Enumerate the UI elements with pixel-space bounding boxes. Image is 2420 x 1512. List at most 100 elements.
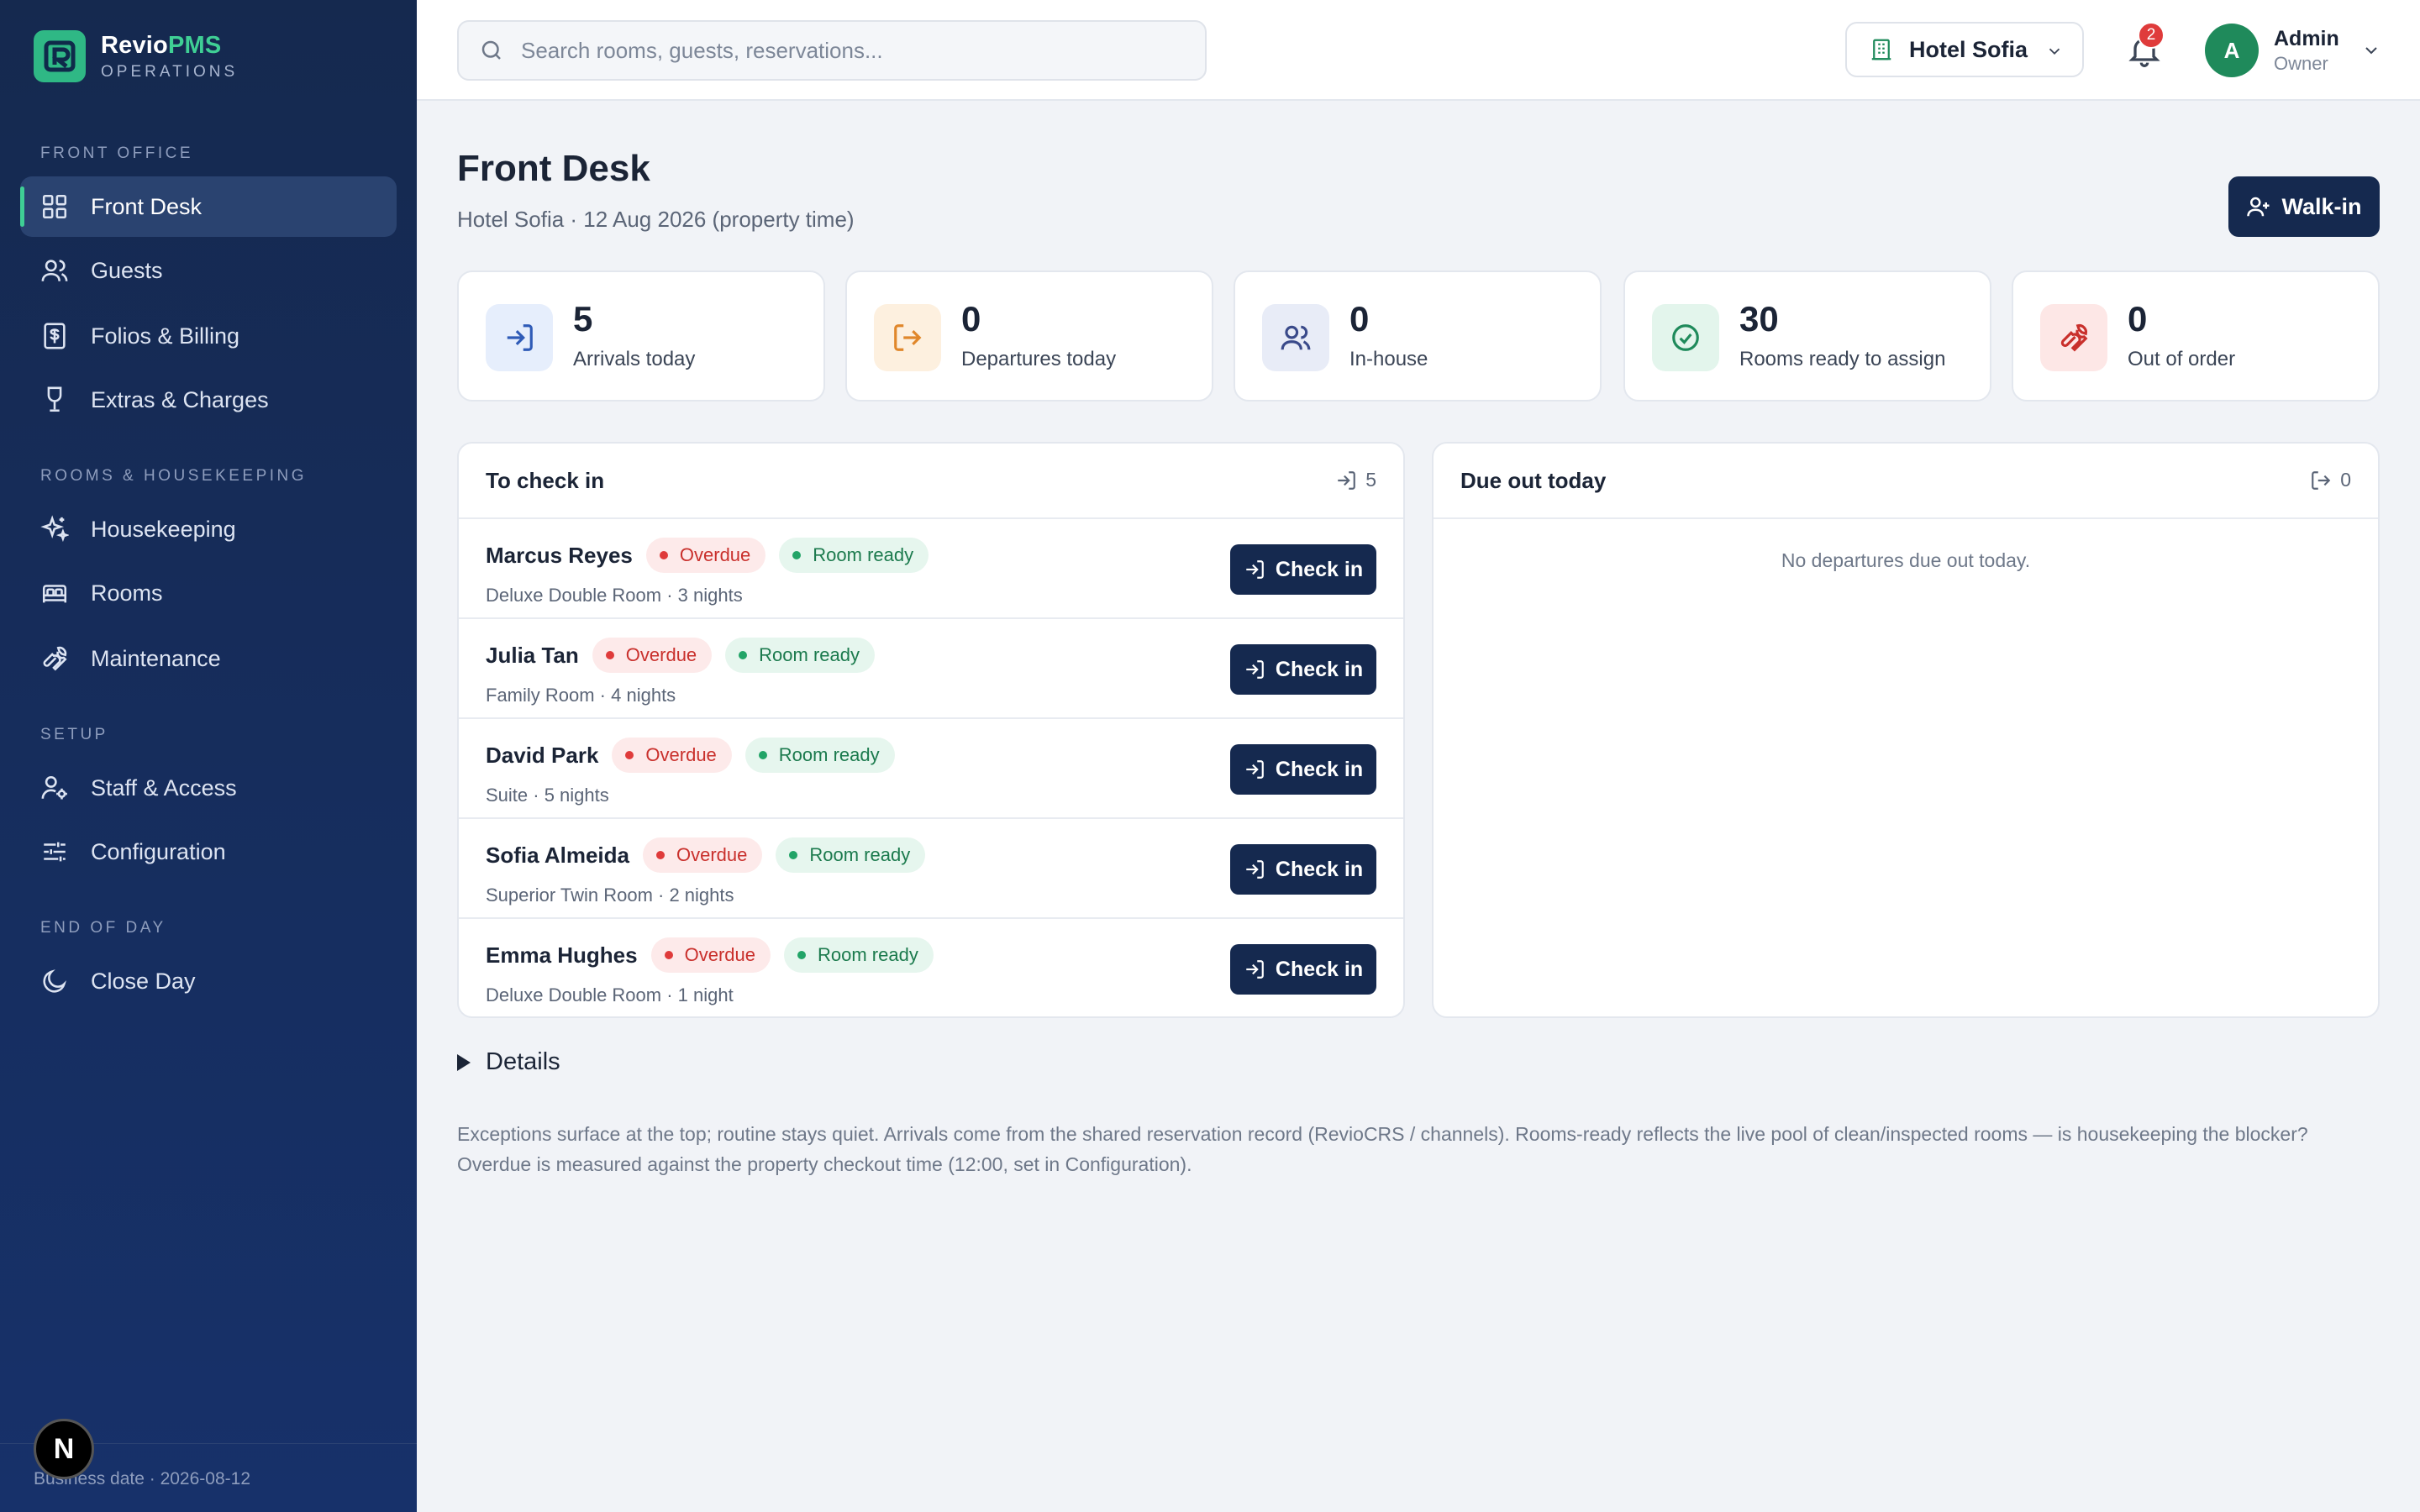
sidebar-item-front-desk[interactable]: Front Desk <box>20 176 397 237</box>
page-subtitle: Hotel Sofia · 12 Aug 2026 (property time… <box>457 207 855 232</box>
stat-label: Arrivals today <box>573 348 696 370</box>
user-menu[interactable]: A Admin Owner <box>2205 22 2381 79</box>
stat-label: Departures today <box>961 348 1117 370</box>
arrow-in-icon <box>1338 470 1356 490</box>
sidebar-item-label: Housekeeping <box>91 516 236 542</box>
arrow-in-icon <box>1246 960 1264 979</box>
panel-header: To check in 5 <box>459 444 1403 519</box>
reservation-detail: Suite · 5 nights <box>486 785 609 806</box>
reservation-detail: Superior Twin Room · 2 nights <box>486 885 734 906</box>
due-out-panel: Due out today 0 No departures due out to… <box>1432 442 2380 1018</box>
guest-name[interactable]: Julia Tan <box>486 643 579 669</box>
sparkles-icon <box>40 515 69 543</box>
stat-value: 0 <box>961 299 981 339</box>
brand[interactable]: RevioPMS OPERATIONS <box>34 30 238 82</box>
details-toggle[interactable]: Details <box>457 1048 560 1076</box>
sidebar-item-close-day[interactable]: Close Day <box>20 951 397 1011</box>
hotel-selector[interactable]: Hotel Sofia <box>1845 22 2084 77</box>
sidebar-item-guests[interactable]: Guests <box>20 240 397 301</box>
sidebar-item-label: Folios & Billing <box>91 323 240 349</box>
guest-name[interactable]: David Park <box>486 743 598 769</box>
search-input[interactable] <box>521 37 1176 64</box>
users-icon <box>1262 304 1329 371</box>
stat-card-in-house[interactable]: 0 In-house <box>1234 270 1602 402</box>
sidebar-item-label: Configuration <box>91 838 226 864</box>
arrow-in-icon <box>1246 560 1264 579</box>
overdue-badge: Overdue <box>612 738 732 773</box>
guest-name[interactable]: Emma Hughes <box>486 942 638 969</box>
stat-value: 5 <box>573 299 593 339</box>
room-ready-badge: Room ready <box>744 738 895 773</box>
chevron-down-icon <box>2365 47 2377 55</box>
room-ready-badge: Room ready <box>779 538 929 573</box>
sidebar-item-label: Extras & Charges <box>91 386 269 412</box>
check-circle-icon <box>1652 304 1719 371</box>
reservation-detail: Deluxe Double Room · 3 nights <box>486 585 743 606</box>
dev-badge[interactable]: N <box>34 1419 94 1479</box>
stat-value: 30 <box>1739 299 1779 339</box>
brand-subtitle: OPERATIONS <box>101 62 239 81</box>
sliders-icon <box>44 842 66 862</box>
overdue-badge: Overdue <box>645 538 766 573</box>
sidebar-item-configuration[interactable]: Configuration <box>20 822 397 882</box>
overdue-badge: Overdue <box>642 837 763 873</box>
user-name: Admin <box>2274 26 2339 50</box>
grid-icon <box>42 194 67 219</box>
sidebar-item-rooms[interactable]: Rooms <box>20 563 397 623</box>
sidebar: RevioPMS OPERATIONS FRONT OFFICE Front D… <box>0 0 417 1512</box>
table-row: David Park Overdue Room ready Suite · 5 … <box>459 719 1403 819</box>
nav-section-setup: SETUP <box>40 726 108 743</box>
guest-name[interactable]: Marcus Reyes <box>486 543 633 569</box>
nav-section-front-office: FRONT OFFICE <box>40 144 194 162</box>
arrow-in-icon <box>1246 760 1264 779</box>
walk-in-label: Walk-in <box>2281 193 2362 219</box>
empty-state: No departures due out today. <box>1781 549 2031 571</box>
wine-glass-icon <box>47 386 62 412</box>
sidebar-item-label: Staff & Access <box>91 774 237 801</box>
sidebar-footer: Business date · 2026-08-12 N <box>0 1419 417 1512</box>
user-gear-icon <box>41 775 67 800</box>
wrench-icon <box>2040 304 2107 371</box>
sidebar-item-folios-billing[interactable]: Folios & Billing <box>20 306 397 366</box>
to-check-in-panel: To check in 5 Marcus Reyes Overdue Room … <box>457 442 1405 1018</box>
moon-icon <box>43 969 66 993</box>
search-box[interactable] <box>457 20 1207 81</box>
details-note: Exceptions surface at the top; routine s… <box>457 1123 2308 1175</box>
page-title: Front Desk <box>457 148 650 189</box>
panel-count: 0 <box>2310 469 2351 491</box>
stat-card-rooms-ready[interactable]: 30 Rooms ready to assign <box>1623 270 1991 402</box>
sidebar-item-extras-charges[interactable]: Extras & Charges <box>20 370 397 430</box>
details-label: Details <box>486 1048 560 1075</box>
reservation-detail: Family Room · 4 nights <box>486 685 676 706</box>
sidebar-item-label: Rooms <box>91 580 163 606</box>
topbar: Hotel Sofia 2 A Admin Owner <box>417 0 2420 101</box>
stat-card-out-of-order[interactable]: 0 Out of order <box>2012 270 2380 402</box>
table-row: Sofia Almeida Overdue Room ready Superio… <box>459 819 1403 919</box>
table-row: Marcus Reyes Overdue Room ready Deluxe D… <box>459 519 1403 619</box>
overdue-badge: Overdue <box>592 638 713 673</box>
sidebar-item-housekeeping[interactable]: Housekeeping <box>20 499 397 559</box>
building-icon <box>1871 39 1891 60</box>
sidebar-item-maintenance[interactable]: Maintenance <box>20 628 397 689</box>
check-in-button[interactable]: Check in <box>1230 944 1376 995</box>
check-in-button[interactable]: Check in <box>1230 644 1376 695</box>
stat-card-departures[interactable]: 0 Departures today <box>845 270 1213 402</box>
guest-name[interactable]: Sofia Almeida <box>486 843 629 869</box>
panel-title: To check in <box>486 467 605 493</box>
overdue-badge: Overdue <box>650 937 771 973</box>
check-in-button[interactable]: Check in <box>1230 544 1376 595</box>
sidebar-item-label: Guests <box>91 257 163 283</box>
walk-in-button[interactable]: Walk-in <box>2228 176 2380 237</box>
bed-icon <box>42 585 67 603</box>
check-in-button[interactable]: Check in <box>1230 844 1376 895</box>
wrench-icon <box>43 646 67 671</box>
room-ready-badge: Room ready <box>776 837 926 873</box>
sidebar-item-label: Close Day <box>91 968 196 994</box>
check-in-button[interactable]: Check in <box>1230 744 1376 795</box>
arrow-in-icon <box>1246 660 1264 679</box>
arrow-out-icon <box>874 304 941 371</box>
stat-card-arrivals[interactable]: 5 Arrivals today <box>457 270 825 402</box>
table-row: Emma Hughes Overdue Room ready Deluxe Do… <box>459 919 1403 1016</box>
sidebar-item-staff-access[interactable]: Staff & Access <box>20 758 397 818</box>
room-ready-badge: Room ready <box>725 638 876 673</box>
